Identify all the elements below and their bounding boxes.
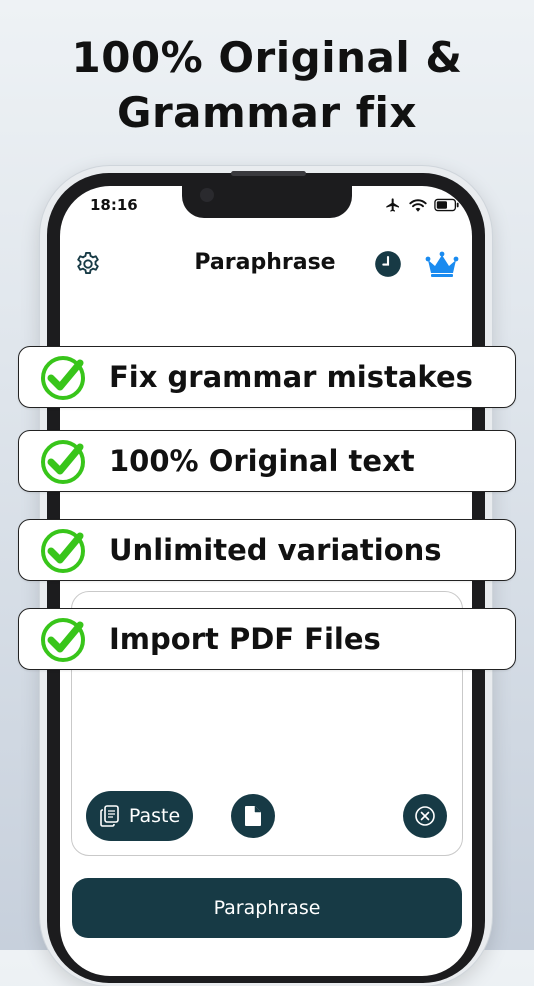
feature-label: Unlimited variations xyxy=(109,533,442,567)
paraphrase-button[interactable]: Paraphrase xyxy=(72,878,462,938)
headline-line-1: 100% Original & xyxy=(71,33,463,82)
status-icons xyxy=(384,196,464,214)
feature-label: Import PDF Files xyxy=(109,622,381,656)
checkmark-icon xyxy=(41,529,85,573)
phone-screen xyxy=(60,186,472,976)
history-clock-icon[interactable] xyxy=(374,250,402,278)
feature-item-pdf: Import PDF Files xyxy=(18,608,516,670)
paste-button[interactable]: Paste xyxy=(86,791,193,841)
clear-text-button[interactable] xyxy=(403,794,447,838)
app-title: Paraphrase xyxy=(194,250,336,275)
phone-speaker xyxy=(231,171,306,176)
promo-headline: 100% Original & Grammar fix xyxy=(0,30,534,140)
headline-line-2: Grammar fix xyxy=(117,88,417,137)
crown-icon[interactable] xyxy=(424,250,460,278)
clear-circle-icon xyxy=(415,806,435,826)
battery-icon xyxy=(434,198,459,212)
gear-icon[interactable] xyxy=(74,250,102,278)
checkmark-icon xyxy=(41,356,85,400)
status-time: 18:16 xyxy=(90,196,138,214)
feature-item-original: 100% Original text xyxy=(18,430,516,492)
feature-item-variations: Unlimited variations xyxy=(18,519,516,581)
paste-button-label: Paste xyxy=(128,805,181,827)
feature-label: Fix grammar mistakes xyxy=(109,360,473,394)
wifi-icon xyxy=(409,199,427,212)
clipboard-icon xyxy=(100,805,119,827)
airplane-icon xyxy=(386,198,399,212)
feature-item-grammar: Fix grammar mistakes xyxy=(18,346,516,408)
feature-label: 100% Original text xyxy=(109,444,415,478)
phone-camera xyxy=(200,188,214,202)
import-file-button[interactable] xyxy=(231,794,275,838)
document-icon xyxy=(245,806,261,826)
checkmark-icon xyxy=(41,440,85,484)
checkmark-icon xyxy=(41,618,85,662)
